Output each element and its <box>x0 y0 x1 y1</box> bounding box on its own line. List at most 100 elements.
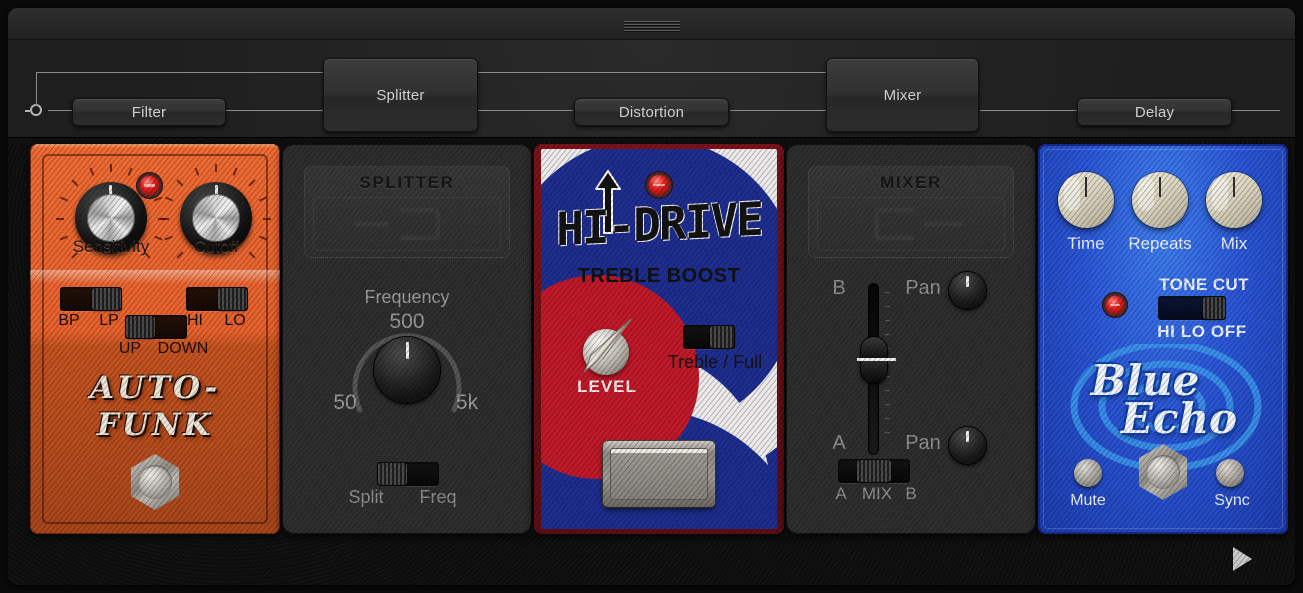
knob-frequency[interactable] <box>374 337 440 403</box>
knob-pointer <box>406 342 409 359</box>
footswitch-hi-drive[interactable] <box>603 441 715 507</box>
channel-b-label: B <box>828 277 850 300</box>
knob-gloss <box>1138 177 1154 211</box>
switch-bp-lp-label-right: LP <box>92 312 126 330</box>
knob-pointer <box>966 431 969 442</box>
pan-a-label: Pan <box>896 432 950 455</box>
knob-pointer <box>966 276 969 287</box>
switch-hi-lo-label-right: LO <box>218 312 252 330</box>
knob-gloss <box>1064 177 1080 211</box>
pedal-slot-5: Time Repeats Mix TONE CUT HI LO OFF <box>1038 144 1288 534</box>
switch-bp-lp[interactable] <box>60 287 122 311</box>
routing-node-distortion[interactable]: Distortion <box>574 98 729 126</box>
routing-strip: Filter Splitter Distortion Mixer Delay <box>8 40 1295 138</box>
knob-time[interactable] <box>1058 172 1114 228</box>
routing-node-distortion-label: Distortion <box>619 104 684 121</box>
switch-a-mix-b[interactable] <box>838 459 910 483</box>
pedal-auto-funk[interactable]: Sensitivity <box>30 144 280 534</box>
module-title: MIXER <box>809 173 1013 193</box>
routing-node-mixer[interactable]: Mixer <box>826 58 979 132</box>
knob-mix[interactable] <box>1206 172 1262 228</box>
routing-node-mixer-label: Mixer <box>884 87 922 104</box>
routing-node-filter[interactable]: Filter <box>72 98 226 126</box>
pedal-slot-4: MIXER <box>786 144 1036 534</box>
button-mute[interactable] <box>1074 459 1102 487</box>
knob-mix-label: Mix <box>1196 234 1272 254</box>
pedal-subtitle: TREBLE BOOST <box>541 265 777 288</box>
routing-node-splitter[interactable]: Splitter <box>323 58 478 132</box>
window-grip[interactable] <box>624 21 680 31</box>
pedal-blue-echo[interactable]: Time Repeats Mix TONE CUT HI LO OFF <box>1038 144 1288 534</box>
status-led <box>649 175 669 195</box>
wire-mixer-delay <box>980 110 1080 111</box>
knob-pan-b[interactable] <box>949 272 986 309</box>
module-splitter[interactable]: SPLITTER Frequency 500 <box>282 144 532 534</box>
knob-cutoff-label: Cutoff <box>150 237 280 257</box>
button-sync-label: Sync <box>1196 492 1268 510</box>
pedal-slot-2: SPLITTER Frequency 500 <box>282 144 532 534</box>
pedal-brand-line2: Echo <box>1094 394 1264 443</box>
switch-split-freq[interactable] <box>377 462 439 486</box>
wire-input-bottom <box>48 110 73 111</box>
led-bar <box>653 184 664 186</box>
knob-frequency-mid: 500 <box>282 310 532 334</box>
knob-repeats-label: Repeats <box>1114 234 1206 254</box>
knob-pan-a[interactable] <box>949 427 986 464</box>
switch-a-mix-b-label-mid: MIX <box>856 484 898 504</box>
knob-pointer <box>1085 177 1087 197</box>
knob-fin-pointer <box>573 315 641 383</box>
footswitch-plate-inner <box>610 448 708 500</box>
tone-cut-options: HI LO OFF <box>1132 322 1272 342</box>
switch-handle <box>857 460 890 482</box>
switch-bp-lp-label-left: BP <box>52 312 86 330</box>
switch-tone-cut[interactable] <box>1158 296 1226 320</box>
button-sync[interactable] <box>1216 459 1244 487</box>
switch-up-down-label-right: DOWN <box>152 340 214 358</box>
switch-hi-lo[interactable] <box>186 287 248 311</box>
routing-node-delay-label: Delay <box>1135 104 1174 121</box>
pedal-hi-drive[interactable]: HI-DRIVE TREBLE BOOST LEVEL <box>534 144 784 534</box>
switch-treble-full-label: Treble / Full <box>653 352 777 373</box>
routing-node-splitter-label: Splitter <box>376 87 424 104</box>
module-mixer[interactable]: MIXER <box>786 144 1036 534</box>
wire-delay-output <box>1232 110 1280 111</box>
footswitch-auto-funk[interactable] <box>127 454 183 510</box>
switch-a-mix-b-label-right: B <box>900 484 922 504</box>
window-titlebar <box>8 8 1295 40</box>
switch-split-freq-label-right: Freq <box>408 487 468 508</box>
led-bar <box>1110 304 1120 306</box>
routing-node-delay[interactable]: Delay <box>1077 98 1232 126</box>
switch-handle <box>218 288 247 310</box>
merge-routing-icon <box>818 198 1004 250</box>
knob-frequency-min: 50 <box>320 391 370 415</box>
footswitch-blue-echo[interactable] <box>1135 444 1191 500</box>
knob-level[interactable] <box>573 315 641 383</box>
switch-handle <box>1203 297 1225 319</box>
fader-indicator-line <box>857 358 896 361</box>
module-icon-frame <box>817 197 1005 251</box>
switch-a-mix-b-label-left: A <box>830 484 852 504</box>
switch-handle <box>126 316 155 338</box>
switch-handle <box>92 288 121 310</box>
knob-cap <box>86 193 136 243</box>
switch-treble-full[interactable] <box>683 325 735 349</box>
module-icon-frame <box>313 197 501 251</box>
plugin-window: Filter Splitter Distortion Mixer Delay <box>8 8 1295 585</box>
knob-repeats[interactable] <box>1132 172 1188 228</box>
footswitch-button <box>138 465 172 499</box>
footswitch-button <box>1146 455 1180 489</box>
module-header: SPLITTER <box>304 166 510 258</box>
button-mute-label: Mute <box>1052 492 1124 510</box>
crossfade-fader-handle[interactable] <box>861 337 887 383</box>
switch-handle <box>710 326 734 348</box>
switch-up-down[interactable] <box>125 315 187 339</box>
routing-node-filter-label: Filter <box>132 104 167 121</box>
channel-a-label: A <box>828 432 850 455</box>
switch-split-freq-label-left: Split <box>338 487 394 508</box>
pedal-faceplate: HI-DRIVE TREBLE BOOST LEVEL <box>541 149 777 529</box>
pan-b-label: Pan <box>896 277 950 300</box>
status-led <box>1106 296 1124 314</box>
wire-input-up <box>36 72 37 106</box>
pedal-slot-1: Sensitivity <box>30 144 280 534</box>
next-page-arrow[interactable] <box>1233 547 1252 571</box>
